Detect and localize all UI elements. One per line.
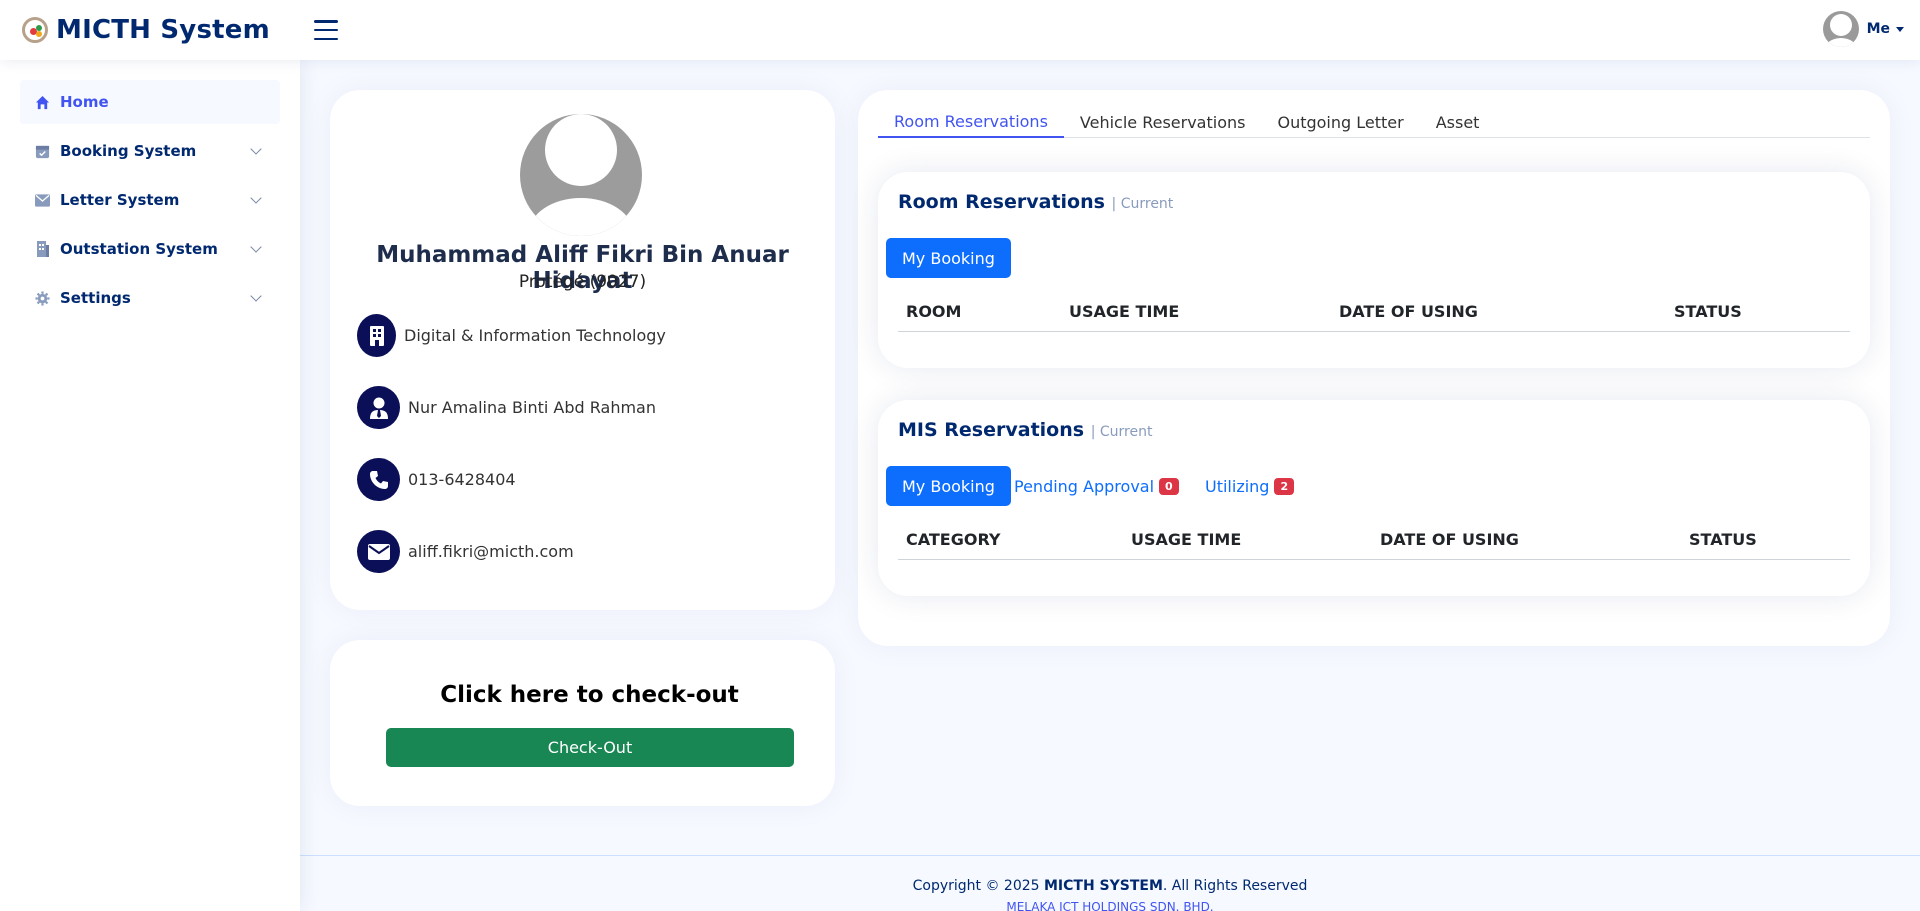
caret-down-icon <box>1896 26 1904 32</box>
sidebar-item-outstation-system[interactable]: Outstation System <box>20 227 280 271</box>
chevron-down-icon <box>250 290 262 302</box>
tab-room-reservations[interactable]: Room Reservations <box>878 106 1064 138</box>
panel-title: MIS Reservations | Current <box>898 419 1152 441</box>
column-header[interactable]: DATE OF USING <box>1380 530 1519 549</box>
sidebar-item-settings[interactable]: Settings <box>20 276 280 320</box>
copyright-prefix: Copyright © 2025 <box>912 878 1044 894</box>
profile-dropdown[interactable]: Me <box>1822 11 1904 47</box>
chevron-down-icon <box>250 143 262 155</box>
profile-avatar <box>520 114 642 236</box>
menu-toggle-icon[interactable] <box>314 20 338 40</box>
email-row: aliff.fikri@micth.com <box>357 530 574 573</box>
reservations-card: Room Reservations Vehicle Reservations O… <box>858 90 1890 646</box>
building-icon <box>357 314 396 357</box>
house-icon <box>34 94 50 110</box>
table-header: ROOM USAGE TIME DATE OF USING STATUS <box>898 292 1850 332</box>
supervisor-text: Nur Amalina Binti Abd Rahman <box>408 398 656 417</box>
app-logo[interactable]: MICTH System <box>0 15 300 45</box>
my-booking-button[interactable]: My Booking <box>886 238 1011 278</box>
panel-subtitle: | Current <box>1090 424 1153 440</box>
sidebar-item-booking-system[interactable]: Booking System <box>20 129 280 173</box>
my-booking-button[interactable]: My Booking <box>886 466 1011 506</box>
reservation-tabs: Room Reservations Vehicle Reservations O… <box>878 106 1870 138</box>
pending-count-badge: 0 <box>1159 477 1179 495</box>
panel-title: Room Reservations | Current <box>898 191 1173 213</box>
copyright-brand: MICTH SYSTEM <box>1044 878 1163 894</box>
phone-icon <box>357 458 400 501</box>
chevron-down-icon <box>250 241 262 253</box>
calendar-check-icon <box>34 143 50 159</box>
avatar <box>1822 11 1859 47</box>
check-out-button[interactable]: Check-Out <box>386 728 794 767</box>
panel-subtitle: | Current <box>1111 196 1174 212</box>
tab-asset[interactable]: Asset <box>1420 106 1496 138</box>
envelope-icon <box>357 530 400 573</box>
tab-outgoing-letter[interactable]: Outgoing Letter <box>1261 106 1419 138</box>
mis-reservations-panel: MIS Reservations | Current My Booking Pe… <box>878 400 1870 596</box>
column-header[interactable]: USAGE TIME <box>1131 530 1241 549</box>
utilizing-label: Utilizing <box>1205 476 1270 496</box>
sidebar-item-label: Booking System <box>60 142 197 160</box>
column-header[interactable]: USAGE TIME <box>1069 302 1179 321</box>
sidebar-item-label: Home <box>60 93 109 111</box>
phone-text: 013-6428404 <box>408 470 516 489</box>
building-icon <box>34 241 50 257</box>
user-label: Me <box>1866 21 1890 37</box>
department-row: Digital & Information Technology <box>357 314 666 357</box>
column-header[interactable]: STATUS <box>1689 530 1757 549</box>
room-reservations-panel: Room Reservations | Current My Booking R… <box>878 172 1870 368</box>
chevron-down-icon <box>250 192 262 204</box>
column-header[interactable]: ROOM <box>906 302 961 321</box>
phone-row: 013-6428404 <box>357 458 516 501</box>
checkout-title: Click here to check-out <box>440 682 739 708</box>
column-header[interactable]: CATEGORY <box>906 530 1001 549</box>
profile-role: Protégé (9027) <box>518 272 647 292</box>
utilizing-button[interactable]: Utilizing 2 <box>1205 466 1295 506</box>
sidebar-item-label: Settings <box>60 289 131 307</box>
envelope-icon <box>34 192 50 208</box>
sidebar-item-label: Outstation System <box>60 240 218 258</box>
profile-card: Muhammad Aliff Fikri Bin Anuar Hidayat P… <box>330 90 835 610</box>
table-header: CATEGORY USAGE TIME DATE OF USING STATUS <box>898 520 1850 560</box>
checkout-card: Click here to check-out Check-Out <box>330 640 835 806</box>
sidebar-item-label: Letter System <box>60 191 180 209</box>
top-header: MICTH System Me <box>0 0 1920 60</box>
email-text: aliff.fikri@micth.com <box>408 542 574 561</box>
utilizing-count-badge: 2 <box>1274 477 1295 495</box>
pending-approval-button[interactable]: Pending Approval 0 <box>1014 466 1179 506</box>
app-title: MICTH System <box>56 15 270 45</box>
mis-reservations-title: MIS Reservations <box>898 419 1085 441</box>
supervisor-row: Nur Amalina Binti Abd Rahman <box>357 386 656 429</box>
gear-icon <box>34 290 50 306</box>
logo-icon <box>22 17 48 43</box>
department-text: Digital & Information Technology <box>404 326 666 345</box>
user-tie-icon <box>357 386 400 429</box>
column-header[interactable]: STATUS <box>1674 302 1742 321</box>
room-reservations-title: Room Reservations <box>898 191 1105 213</box>
sidebar-item-home[interactable]: Home <box>20 80 280 124</box>
footer: Copyright © 2025 MICTH SYSTEM. All Right… <box>300 855 1920 911</box>
column-header[interactable]: DATE OF USING <box>1339 302 1478 321</box>
copyright-text: Copyright © 2025 MICTH SYSTEM. All Right… <box>300 878 1920 894</box>
tab-vehicle-reservations[interactable]: Vehicle Reservations <box>1064 106 1262 138</box>
pending-approval-label: Pending Approval <box>1014 476 1155 496</box>
company-link[interactable]: MELAKA ICT HOLDINGS SDN. BHD. <box>300 900 1920 911</box>
copyright-suffix: . All Rights Reserved <box>1162 878 1308 894</box>
sidebar-item-letter-system[interactable]: Letter System <box>20 178 280 222</box>
sidebar: Home Booking System Letter System Outsta… <box>0 60 300 911</box>
